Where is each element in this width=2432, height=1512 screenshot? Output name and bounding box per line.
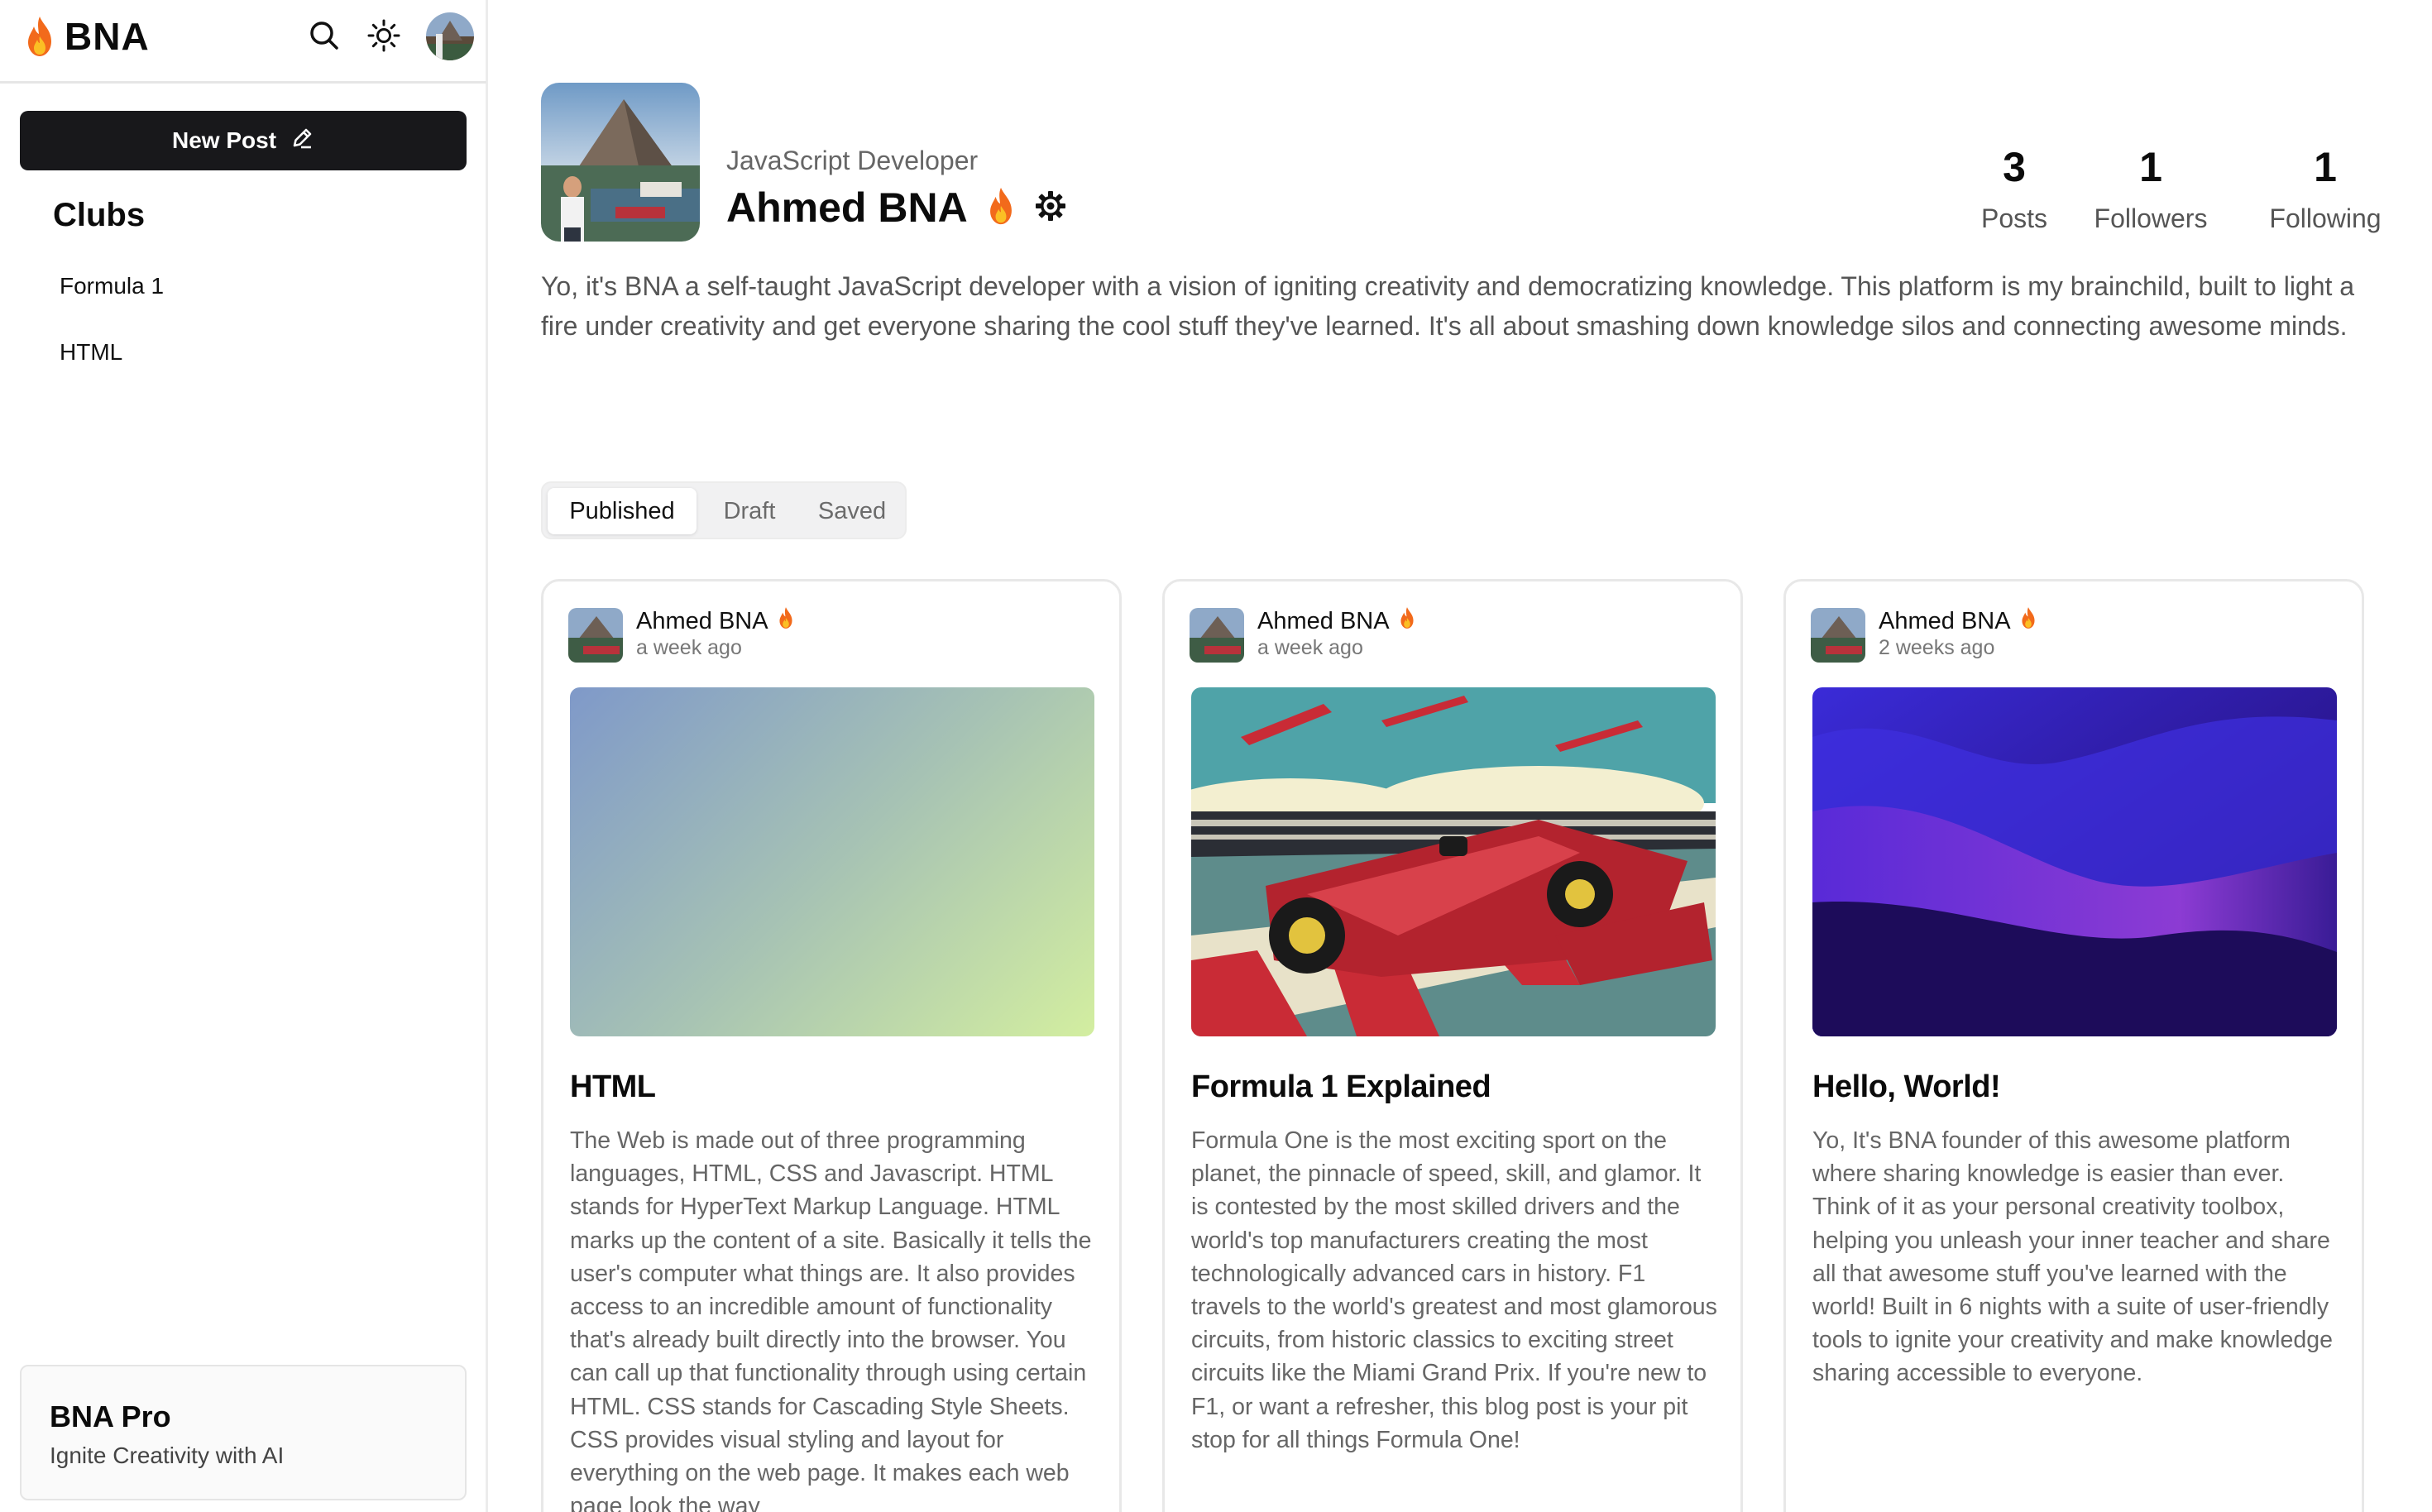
app-logo[interactable]: BNA [23,12,150,61]
post-excerpt: Yo, It's BNA founder of this awesome pla… [1812,1127,2333,1387]
pro-title: BNA Pro [50,1400,171,1433]
post-excerpt: Formula One is the most exciting sport o… [1191,1127,1717,1453]
user-avatar[interactable] [426,12,474,60]
flame-icon [984,186,1017,230]
flame-icon [777,606,795,636]
post-time: a week ago [1257,636,1363,659]
flame-icon [23,15,56,58]
app-name: BNA [65,15,150,58]
stat-followers[interactable]: 1 Followers [2093,142,2209,234]
stat-following[interactable]: 1 Following [2263,142,2387,234]
pro-card[interactable]: BNA Pro Ignite Creativity with AI [20,1365,467,1500]
sun-icon[interactable] [365,17,403,55]
club-item-formula-1[interactable]: Formula 1 [60,273,164,299]
new-post-label: New Post [171,127,277,153]
followers-label: Followers [2094,203,2208,233]
search-icon[interactable] [305,17,343,55]
post-time: 2 weeks ago [1879,636,1995,659]
pro-subtitle: Ignite Creativity with AI [50,1443,285,1468]
settings-gear-icon[interactable] [1034,189,1067,227]
author-avatar [1190,608,1244,663]
followers-count: 1 [2139,144,2162,190]
post-time: a week ago [636,636,742,659]
post-card-formula-1[interactable]: Ahmed BNA a week ago Formula 1 Explained… [1162,579,1743,1512]
post-author[interactable]: Ahmed BNA [1257,606,1416,636]
post-card-html[interactable]: Ahmed BNA a week ago HTML The Web is mad… [541,579,1122,1512]
post-excerpt: The Web is made out of three programming… [570,1127,1092,1512]
profile-bio: Yo, it's BNA a self-taught JavaScript de… [541,271,2355,341]
post-author[interactable]: Ahmed BNA [1879,606,2037,636]
clubs-heading: Clubs [53,197,146,233]
profile-role: JavaScript Developer [726,146,979,175]
post-author[interactable]: Ahmed BNA [636,606,795,636]
tab-saved[interactable]: Saved [802,488,902,534]
flame-icon [2019,606,2037,636]
flame-icon [1398,606,1416,636]
posts-label: Posts [1980,203,2048,233]
author-name: Ahmed BNA [1879,607,2011,634]
post-title[interactable]: Hello, World! [1812,1069,2001,1105]
stat-posts[interactable]: 3 Posts [1969,142,2060,234]
profile-name: Ahmed BNA [726,184,968,231]
author-name: Ahmed BNA [636,607,768,634]
post-title[interactable]: Formula 1 Explained [1191,1069,1491,1105]
post-cover-image[interactable] [1191,687,1716,1036]
new-post-button[interactable]: New Post [20,111,467,170]
following-label: Following [2269,203,2382,233]
profile-name-row: Ahmed BNA [726,184,1067,232]
pencil-icon [290,126,314,156]
author-name: Ahmed BNA [1257,607,1390,634]
club-item-html[interactable]: HTML [60,339,122,366]
sidebar: BNA New Post Clubs Formula 1 HTML BNA Pr… [0,0,488,1512]
profile-avatar [541,83,700,242]
post-card-hello-world[interactable]: Ahmed BNA 2 weeks ago Hello, World! Yo, … [1783,579,2364,1512]
post-cover-image[interactable] [570,687,1094,1036]
following-count: 1 [2314,144,2337,190]
tab-published[interactable]: Published [548,488,697,534]
author-avatar [1811,608,1865,663]
tab-draft[interactable]: Draft [705,488,794,534]
post-cover-image[interactable] [1812,687,2337,1036]
post-tabs: Published Draft Saved [541,481,907,539]
posts-count: 3 [2003,144,2026,190]
author-avatar [568,608,623,663]
top-bar: BNA [0,0,486,84]
post-title[interactable]: HTML [570,1069,656,1105]
